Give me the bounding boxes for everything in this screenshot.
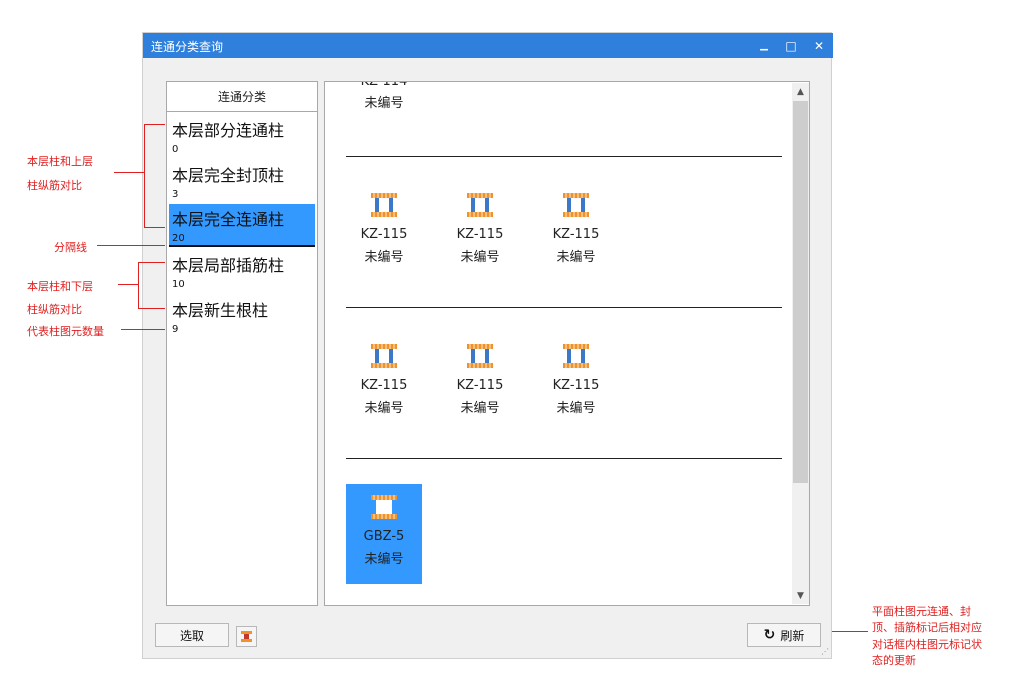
annotation-bracket-tick	[138, 308, 165, 309]
annotation-bracket	[138, 262, 139, 309]
category-count: 0	[172, 144, 179, 155]
dialog-window: 连通分类查询 ▁ □ ✕ 连通分类 本层部分连通柱 0 本层完全封顶柱 3 本层…	[142, 32, 833, 659]
element-name: KZ-115	[360, 227, 408, 242]
title-bar[interactable]: 连通分类查询 ▁ □ ✕	[143, 33, 833, 58]
maximize-icon: □	[785, 38, 797, 53]
annotation-upper-compare-line1: 本层柱和上层	[27, 155, 93, 168]
annotation-bracket-tick	[144, 227, 165, 228]
element-name: KZ-115	[456, 378, 504, 393]
minimize-icon: ▁	[760, 40, 768, 51]
annotation-leader-line	[114, 172, 144, 173]
row-divider	[346, 156, 782, 157]
element-tile[interactable]: KZ-115 未编号	[538, 333, 614, 433]
element-tile-selected[interactable]: GBZ-5 未编号	[346, 484, 422, 584]
category-name: 本层新生根柱	[172, 301, 269, 320]
category-count: 20	[172, 233, 185, 244]
category-name: 本层完全封顶柱	[172, 166, 285, 185]
element-status: 未编号	[364, 250, 404, 265]
column-element-icon	[371, 193, 397, 217]
column-element-icon	[371, 344, 397, 368]
column-pick-icon	[241, 631, 252, 642]
element-tile[interactable]: KZ-115 未编号	[346, 333, 422, 433]
annotation-upper-compare-line2: 柱纵筋对比	[27, 179, 82, 192]
annotation-lower-compare-line2: 柱纵筋对比	[27, 303, 82, 316]
category-list-panel: 连通分类 本层部分连通柱 0 本层完全封顶柱 3 本层完全连通柱 20 本层局部…	[166, 81, 318, 606]
element-name: KZ-115	[552, 227, 600, 242]
pick-element-button[interactable]	[236, 626, 257, 647]
category-count: 9	[172, 324, 179, 335]
column-element-icon	[371, 495, 397, 519]
element-name: KZ-115	[552, 378, 600, 393]
category-item-partial-dowel[interactable]: 本层局部插筋柱 10	[169, 250, 315, 295]
element-status: 未编号	[364, 96, 404, 111]
annotation-leader-line	[832, 631, 868, 632]
select-button-label: 选取	[179, 628, 204, 643]
annotation-bracket-tick	[138, 262, 165, 263]
column-element-icon	[563, 193, 589, 217]
select-button[interactable]: 选取	[155, 623, 229, 647]
column-element-icon	[467, 344, 493, 368]
element-tile[interactable]: KZ-115 未编号	[442, 182, 518, 282]
element-status: 未编号	[556, 250, 596, 265]
column-element-icon	[563, 344, 589, 368]
annotation-separator: 分隔线	[54, 241, 87, 254]
category-name: 本层局部插筋柱	[172, 256, 285, 275]
scroll-thumb[interactable]	[793, 101, 808, 483]
element-status: 未编号	[460, 401, 500, 416]
annotation-bracket-tick	[144, 124, 165, 125]
element-status: 未编号	[460, 250, 500, 265]
element-name: KZ-115	[456, 227, 504, 242]
column-element-icon	[467, 193, 493, 217]
element-status: 未编号	[364, 401, 404, 416]
refresh-button[interactable]: ↻ 刷新	[747, 623, 821, 647]
annotation-lower-compare-line1: 本层柱和下层	[27, 280, 93, 293]
window-title: 连通分类查询	[151, 40, 224, 54]
scroll-down-arrow-icon: ▼	[797, 590, 804, 601]
annotation-bracket	[144, 124, 145, 228]
category-item-fully-connected[interactable]: 本层完全连通柱 20	[169, 204, 315, 245]
vertical-scrollbar[interactable]: ▲ ▼	[792, 83, 809, 604]
element-status: 未编号	[556, 401, 596, 416]
scroll-up-arrow-icon: ▲	[797, 86, 804, 97]
annotation-refresh-line3: 对话框内柱图元标记状	[872, 638, 982, 651]
refresh-icon: ↻	[763, 627, 776, 643]
element-tile[interactable]: KZ-114 未编号	[346, 81, 422, 111]
category-list-header: 连通分类	[167, 82, 317, 112]
row-divider	[346, 307, 782, 308]
element-tile[interactable]: KZ-115 未编号	[538, 182, 614, 282]
element-tile[interactable]: KZ-115 未编号	[442, 333, 518, 433]
row-divider	[346, 458, 782, 459]
category-count: 3	[172, 189, 179, 200]
element-grid-panel: KZ-114 未编号 KZ-115 未编号 KZ-115 未编号 KZ-115 …	[324, 81, 810, 606]
element-status: 未编号	[364, 552, 404, 567]
close-icon: ✕	[813, 38, 825, 53]
annotation-refresh-line4: 态的更新	[872, 654, 916, 667]
category-count: 10	[172, 279, 185, 290]
category-name: 本层完全连通柱	[172, 210, 285, 229]
refresh-button-label: 刷新	[780, 628, 805, 643]
element-name: KZ-114	[360, 81, 408, 89]
element-name: GBZ-5	[363, 529, 405, 544]
category-separator	[169, 245, 315, 247]
resize-grip-icon[interactable]: ⋰	[821, 647, 830, 656]
category-item-partial-connected[interactable]: 本层部分连通柱 0	[169, 115, 315, 160]
minimize-button[interactable]: ▁	[750, 33, 778, 58]
annotation-leader-line	[121, 329, 165, 330]
category-name: 本层部分连通柱	[172, 121, 285, 140]
element-name: KZ-115	[360, 378, 408, 393]
category-item-new-root[interactable]: 本层新生根柱 9	[169, 295, 315, 340]
annotation-refresh-line2: 顶、插筋标记后相对应	[872, 621, 982, 634]
maximize-button[interactable]: □	[777, 33, 805, 58]
annotation-leader-line	[118, 284, 138, 285]
annotation-count-meaning: 代表柱图元数量	[27, 325, 104, 338]
scroll-up-button[interactable]: ▲	[792, 83, 809, 100]
category-item-fully-capped[interactable]: 本层完全封顶柱 3	[169, 160, 315, 205]
close-button[interactable]: ✕	[805, 33, 833, 58]
annotation-refresh-line1: 平面柱图元连通、封	[872, 605, 971, 618]
annotation-leader-line	[97, 245, 165, 246]
element-tile[interactable]: KZ-115 未编号	[346, 182, 422, 282]
scroll-down-button[interactable]: ▼	[792, 587, 809, 604]
